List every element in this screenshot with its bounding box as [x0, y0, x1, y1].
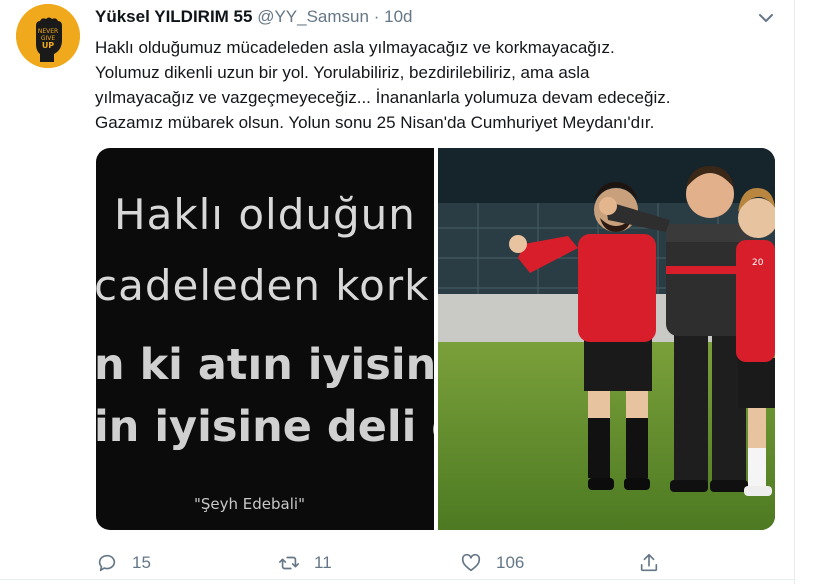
- avatar[interactable]: NEVER GIVE UP: [16, 4, 80, 68]
- retweet-count: 11: [314, 553, 332, 572]
- team-photo-illustration: 20: [438, 148, 775, 530]
- share-icon: [640, 553, 658, 572]
- quote-line: Haklı olduğun: [114, 190, 416, 239]
- team-photo[interactable]: 20: [438, 148, 775, 530]
- quote-line: n ki atın iyisine: [96, 340, 434, 390]
- timestamp[interactable]: 10d: [384, 7, 412, 26]
- quote-line: in iyisine deli d: [96, 402, 434, 452]
- reply-button[interactable]: 15: [96, 552, 151, 574]
- tweet-text-line: Yolumuz dikenli uzun bir yol. Yorulabili…: [95, 63, 590, 82]
- media-grid: Haklı olduğun cadeleden kork n ki atın i…: [96, 148, 775, 530]
- tweet-header: Yüksel YILDIRIM 55 @YY_Samsun · 10d: [95, 6, 412, 28]
- more-options-button[interactable]: [756, 8, 776, 28]
- tweet-text-line: yılmayacağız ve vazgeçmeyeceğiz... İnana…: [95, 88, 671, 107]
- jersey-number: 20: [752, 258, 764, 268]
- retweet-button[interactable]: 11: [278, 552, 332, 574]
- reply-count: 15: [132, 553, 151, 572]
- like-button[interactable]: 106: [460, 552, 524, 574]
- quote-author: "Şeyh Edebali": [194, 495, 305, 513]
- retweet-icon: [279, 556, 299, 570]
- heart-icon: [461, 553, 481, 572]
- author-name[interactable]: Yüksel YILDIRIM 55: [95, 7, 252, 26]
- reply-icon: [98, 554, 116, 572]
- tweet-actions: 15 11 106: [96, 552, 786, 576]
- avatar-text-3: UP: [42, 41, 54, 50]
- tweet-text: Haklı olduğumuz mücadeleden asla yılmaya…: [95, 35, 785, 135]
- like-count: 106: [496, 553, 525, 572]
- timeline-border: [794, 0, 795, 584]
- tweet-text-line: Gazamız mübarek olsun. Yolun sonu 25 Nis…: [95, 113, 655, 132]
- tweet-divider: [0, 579, 794, 580]
- share-button[interactable]: [638, 552, 660, 574]
- author-handle[interactable]: @YY_Samsun: [257, 7, 369, 26]
- tweet-text-line: Haklı olduğumuz mücadeleden asla yılmaya…: [95, 38, 615, 57]
- quote-image[interactable]: Haklı olduğun cadeleden kork n ki atın i…: [96, 148, 434, 530]
- separator-dot: ·: [373, 7, 380, 26]
- quote-line: cadeleden kork: [96, 261, 430, 310]
- chevron-down-icon: [759, 14, 773, 22]
- avatar-text-1: NEVER: [38, 28, 58, 35]
